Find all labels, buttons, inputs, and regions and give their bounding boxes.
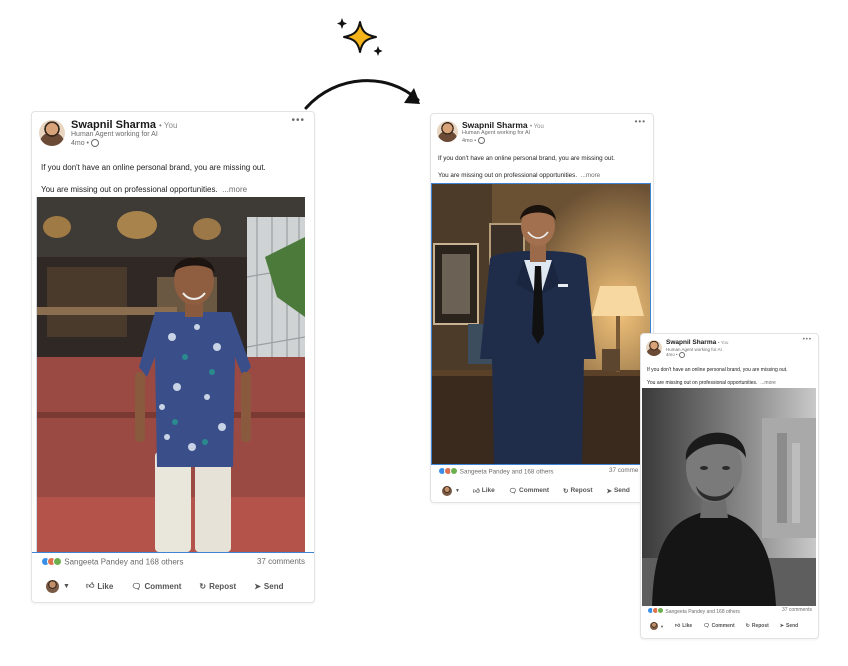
- see-more-link[interactable]: ...more: [760, 380, 776, 386]
- repost-button[interactable]: ↻ Repost: [563, 487, 592, 495]
- reactions-summary[interactable]: Sangeeta Pandey and 168 others: [647, 607, 740, 616]
- thumbs-up-icon: 👍︎: [85, 581, 95, 590]
- see-more-link[interactable]: ...more: [222, 185, 247, 194]
- post-text-line-2: You are missing out on professional oppo…: [438, 172, 601, 179]
- reaction-avatar-selector[interactable]: ▼: [442, 485, 460, 496]
- reaction-icons: [647, 607, 664, 616]
- post-card-suit: Swapnil Sharma • You Human Agent working…: [430, 113, 654, 503]
- post-actions: ▼ 👍︎ Like 🗨︎ Comment ↻ Repost ➤ Send: [431, 483, 653, 498]
- post-text-line-2: You are missing out on professional oppo…: [41, 185, 248, 194]
- photo-highlight-edge: [32, 552, 314, 553]
- avatar[interactable]: [39, 120, 65, 146]
- post-time: 4mo •: [71, 139, 99, 147]
- comment-button[interactable]: 🗨︎ Comment: [509, 487, 549, 495]
- comment-icon: 🗨︎: [703, 623, 710, 629]
- reaction-avatar-selector[interactable]: ▼: [46, 579, 70, 593]
- post-photo[interactable]: [431, 183, 651, 465]
- you-label: • You: [159, 121, 178, 130]
- comment-icon: 🗨︎: [131, 581, 142, 591]
- send-button[interactable]: ➤ Send: [780, 623, 798, 629]
- author-name[interactable]: Swapnil Sharma • You: [462, 120, 544, 130]
- post-photo[interactable]: [642, 388, 816, 606]
- post-actions: ▼ 👍︎ Like 🗨︎ Comment ↻ Repost ➤ Send: [641, 620, 818, 632]
- curved-arrow-icon: [300, 70, 430, 115]
- comment-button[interactable]: 🗨︎ Comment: [703, 623, 734, 629]
- post-actions: ▼ 👍︎ Like 🗨︎ Comment ↻ Repost ➤ Send: [32, 576, 314, 596]
- post-time: 4mo •: [462, 137, 485, 144]
- repost-icon: ↻: [199, 581, 207, 591]
- author-headline: Human Agent working for AI: [71, 131, 158, 138]
- reaction-avatar-selector[interactable]: ▼: [650, 622, 664, 630]
- post-text-line-1: If you don't have an online personal bra…: [41, 163, 266, 172]
- more-options-icon[interactable]: •••: [635, 117, 646, 126]
- thumbs-up-icon: 👍︎: [674, 623, 681, 629]
- send-button[interactable]: ➤ Send: [607, 487, 630, 495]
- post-text-line-1: If you don't have an online personal bra…: [647, 367, 788, 373]
- post-text-line-1: If you don't have an online personal bra…: [438, 155, 615, 162]
- post-card-bw: Swapnil Sharma • You Human Agent working…: [640, 333, 819, 639]
- post-photo[interactable]: [36, 197, 305, 552]
- globe-icon: [678, 352, 685, 358]
- author-name[interactable]: Swapnil Sharma • You: [666, 339, 728, 346]
- globe-icon: [477, 137, 485, 144]
- more-options-icon[interactable]: •••: [291, 115, 305, 126]
- post-text-line-2: You are missing out on professional oppo…: [647, 380, 776, 386]
- post-card-original: Swapnil Sharma • You Human Agent working…: [31, 111, 315, 603]
- send-icon: ➤: [779, 623, 784, 629]
- sparkle-icon: [334, 16, 386, 60]
- reaction-icons: [41, 557, 62, 568]
- globe-icon: [90, 139, 99, 147]
- reactions-summary[interactable]: Sangeeta Pandey and 168 others: [41, 557, 183, 568]
- post-time: 4mo •: [666, 352, 685, 358]
- send-button[interactable]: ➤ Send: [254, 582, 283, 591]
- avatar[interactable]: [646, 340, 662, 356]
- send-icon: ➤: [254, 581, 261, 591]
- like-button[interactable]: 👍︎ Like: [473, 487, 495, 495]
- you-label: • You: [530, 124, 544, 130]
- author-headline: Human Agent working for AI: [462, 130, 531, 136]
- comments-count[interactable]: 37 comme: [609, 467, 638, 474]
- avatar[interactable]: [437, 121, 458, 142]
- reactions-summary[interactable]: Sangeeta Pandey and 168 others: [438, 467, 554, 477]
- author-name[interactable]: Swapnil Sharma • You: [71, 119, 177, 131]
- see-more-link[interactable]: ...more: [581, 172, 601, 179]
- like-button[interactable]: 👍︎ Like: [86, 581, 113, 591]
- more-options-icon[interactable]: •••: [803, 337, 812, 343]
- repost-icon: ↻: [563, 487, 569, 495]
- comments-count[interactable]: 37 comments: [782, 607, 812, 613]
- comment-icon: 🗨︎: [508, 487, 518, 495]
- repost-icon: ↻: [745, 623, 750, 629]
- send-icon: ➤: [606, 487, 612, 495]
- chevron-down-icon: ▼: [455, 487, 460, 494]
- repost-button[interactable]: ↻ Repost: [199, 582, 236, 591]
- chevron-down-icon: ▼: [63, 582, 70, 590]
- comments-count[interactable]: 37 comments: [257, 557, 305, 566]
- like-button[interactable]: 👍︎ Like: [675, 623, 692, 629]
- chevron-down-icon: ▼: [660, 623, 664, 629]
- repost-button[interactable]: ↻ Repost: [746, 623, 769, 629]
- reaction-icons: [438, 467, 458, 477]
- you-label: • You: [718, 340, 729, 345]
- thumbs-up-icon: 👍︎: [472, 487, 480, 495]
- comment-button[interactable]: 🗨︎ Comment: [131, 582, 181, 591]
